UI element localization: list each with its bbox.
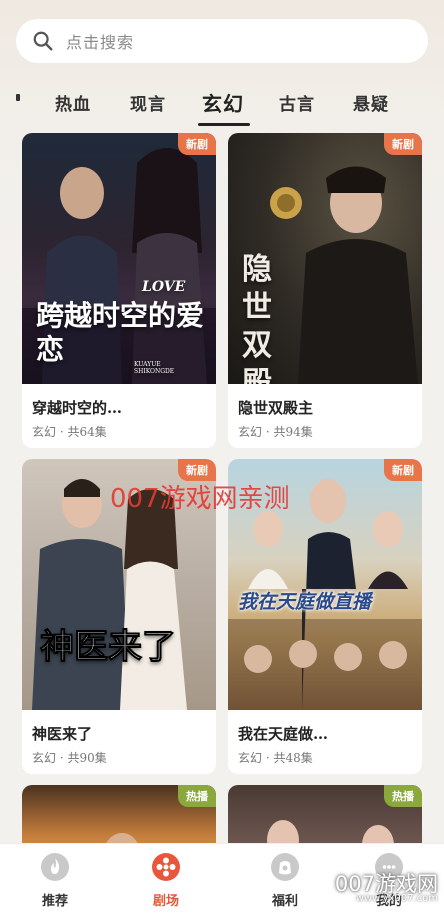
drama-title: 穿越时空的… xyxy=(32,399,123,417)
poster-title-text: 跨越时空的爱恋 xyxy=(36,299,205,366)
badge-hot: 热播 xyxy=(384,785,422,807)
search-placeholder: 点击搜索 xyxy=(66,33,135,52)
search-bar[interactable]: 点击搜索 xyxy=(16,19,428,63)
drama-meta: 玄幻 · 共94集 xyxy=(238,425,313,439)
poster-title-text: 我在天庭做直播 xyxy=(238,591,372,613)
drama-poster: LOVE 跨越时空的爱恋 KUAYUE SHIKONGDE 新剧 xyxy=(22,133,216,384)
drama-title: 隐世双殿主 xyxy=(238,399,314,417)
poster-title-text: 神医来了 xyxy=(40,627,177,668)
drama-card[interactable]: LOVE 跨越时空的爱恋 KUAYUE SHIKONGDE 新剧 穿越时空的… … xyxy=(22,133,216,448)
drama-meta: 玄幻 · 共48集 xyxy=(238,751,313,765)
badge-new: 新剧 xyxy=(178,133,216,155)
poster-title-text: 隐世双殿主 xyxy=(242,252,272,384)
nav-item-recommend[interactable]: 推荐 xyxy=(25,852,85,909)
nav-label: 剧场 xyxy=(152,894,179,909)
drama-title: 我在天庭做… xyxy=(238,725,329,743)
active-tab-indicator xyxy=(198,123,250,126)
nav-label: 福利 xyxy=(271,894,298,909)
drama-meta: 玄幻 · 共64集 xyxy=(32,425,107,439)
poster-caption-text: KUAYUE SHIKONGDE xyxy=(134,361,175,375)
drama-card[interactable]: 隐世双殿主 新剧 隐世双殿主 玄幻 · 共94集 xyxy=(228,133,422,448)
badge-new: 新剧 xyxy=(384,133,422,155)
badge-new: 新剧 xyxy=(384,459,422,481)
drama-title: 神医来了 xyxy=(32,725,93,743)
tab-overflow-indicator xyxy=(16,94,20,101)
nav-label: 推荐 xyxy=(41,894,68,909)
nav-item-theater[interactable]: 剧场 xyxy=(136,852,196,909)
gift-bag-icon xyxy=(271,853,299,881)
nav-item-welfare[interactable]: 福利 xyxy=(255,852,315,909)
search-icon xyxy=(33,31,53,51)
watermark-text: 007游戏网亲测 xyxy=(110,484,290,514)
tab-xianyan[interactable]: 现言 xyxy=(130,90,166,115)
flame-icon xyxy=(41,853,69,881)
drama-meta: 玄幻 · 共90集 xyxy=(32,751,107,765)
tab-xuanhuan[interactable]: 玄幻 xyxy=(202,88,244,117)
tab-guyan[interactable]: 古言 xyxy=(279,90,315,115)
poster-sub-text: LOVE xyxy=(142,279,186,295)
badge-hot: 热播 xyxy=(178,785,216,807)
drama-poster: 隐世双殿主 新剧 xyxy=(228,133,422,384)
tab-rexue[interactable]: 热血 xyxy=(55,90,91,115)
corner-watermark-url: www.yx007.com xyxy=(355,893,438,904)
tab-xuanyi[interactable]: 悬疑 xyxy=(353,90,389,115)
category-tabs: 热血 现言 玄幻 古言 悬疑 xyxy=(0,84,444,126)
film-reel-icon xyxy=(152,853,180,881)
